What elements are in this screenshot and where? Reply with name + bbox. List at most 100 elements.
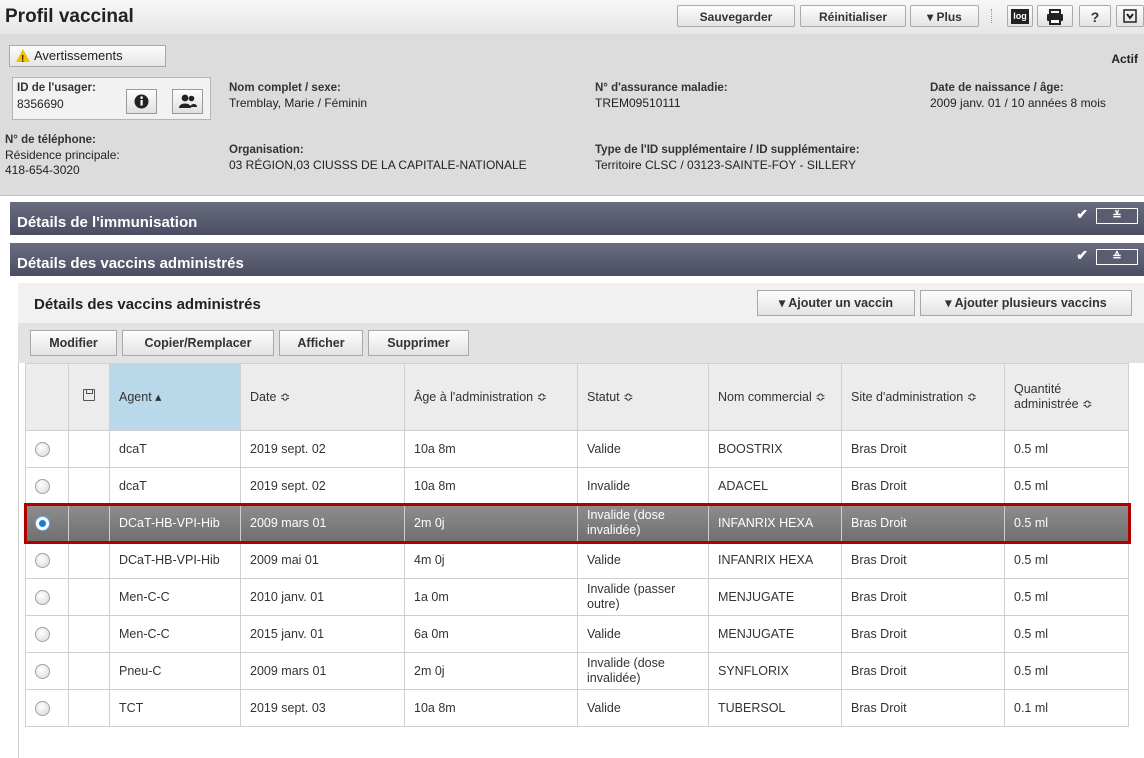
date-cell: 2019 sept. 02 — [240, 467, 405, 505]
status-cell: Valide — [577, 615, 709, 653]
age-cell: 2m 0j — [404, 504, 578, 542]
printer-icon — [1047, 9, 1063, 25]
table-row[interactable]: Men-C-C 2010 janv. 01 1a 0m Invalide (passe… — [25, 578, 1129, 616]
quantity-cell: 0.5 ml — [1004, 578, 1129, 616]
section-immunisation-header[interactable]: Détails de l'immunisation ✔ ≚ — [10, 202, 1144, 235]
status-cell: Valide — [577, 430, 709, 468]
date-cell: 2019 sept. 02 — [240, 430, 405, 468]
extra-id-value: Territoire CLSC / 03123-SAINTE-FOY - SIL… — [595, 158, 856, 172]
more-menu-button[interactable]: ▾ Plus — [910, 5, 979, 27]
copy-replace-button[interactable]: Copier/Remplacer — [122, 330, 274, 356]
status-cell: Valide — [577, 689, 709, 727]
row-radio-button[interactable] — [35, 700, 50, 716]
quantity-cell: 0.5 ml — [1004, 652, 1129, 690]
section-vaccins-title: Détails des vaccins administrés — [17, 255, 244, 272]
site-cell: Bras Droit — [841, 652, 1005, 690]
agent-cell: DCaT-HB-VPI-Hib — [109, 504, 241, 542]
reset-button[interactable]: Réinitialiser — [800, 5, 906, 27]
table-header-row: Agent ▴ Date ≎ Âge à l'administration ≎ … — [25, 363, 1129, 431]
info-button[interactable] — [126, 89, 157, 114]
quantity-cell: 0.5 ml — [1004, 430, 1129, 468]
row-radio-button[interactable] — [35, 589, 50, 605]
expand-icon[interactable]: ≚ — [1096, 208, 1138, 224]
delete-button[interactable]: Supprimer — [368, 330, 469, 356]
row-select-cell[interactable] — [25, 578, 69, 616]
row-radio-button[interactable] — [35, 478, 50, 494]
age-cell: 6a 0m — [404, 615, 578, 653]
row-select-cell[interactable] — [25, 430, 69, 468]
agent-cell: Pneu-C — [109, 652, 241, 690]
row-select-cell[interactable] — [25, 504, 69, 542]
log-button[interactable]: log — [1007, 5, 1033, 27]
row-save-cell — [68, 430, 110, 468]
user-id-value: 8356690 — [17, 97, 64, 111]
row-select-cell[interactable] — [25, 689, 69, 727]
row-radio-button[interactable] — [35, 515, 50, 531]
section-immunisation-title: Détails de l'immunisation — [17, 214, 198, 231]
section-vaccins-header[interactable]: Détails des vaccins administrés ✔ ≙ — [10, 243, 1144, 276]
row-save-cell — [68, 467, 110, 505]
save-button[interactable]: Sauvegarder — [677, 5, 795, 27]
table-row[interactable]: DCaT-HB-VPI-Hib 2009 mars 01 2m 0j Invalide… — [23, 502, 1131, 544]
brand-cell: INFANRIX HEXA — [708, 504, 842, 542]
quantity-column-header[interactable]: Quantité administrée ≎ — [1004, 363, 1129, 431]
quantity-cell: 0.1 ml — [1004, 689, 1129, 727]
brand-cell: SYNFLORIX — [708, 652, 842, 690]
full-name-label: Nom complet / sexe: — [229, 82, 341, 94]
add-multiple-vaccines-button[interactable]: ▾ Ajouter plusieurs vaccins — [920, 290, 1132, 316]
quantity-cell: 0.5 ml — [1004, 504, 1129, 542]
info-icon — [134, 94, 149, 109]
add-vaccine-button[interactable]: ▾ Ajouter un vaccin — [757, 290, 915, 316]
warnings-row — [0, 34, 1144, 68]
row-select-cell[interactable] — [25, 467, 69, 505]
vaccines-table: Agent ▴ Date ≎ Âge à l'administration ≎ … — [23, 363, 1131, 727]
contacts-button[interactable] — [172, 89, 203, 114]
row-radio-button[interactable] — [35, 626, 50, 642]
date-column-header[interactable]: Date ≎ — [240, 363, 405, 431]
table-row[interactable]: Men-C-C 2015 janv. 01 6a 0m Valide MENJUGATE… — [25, 615, 1129, 653]
quantity-cell: 0.5 ml — [1004, 615, 1129, 653]
table-row[interactable]: DCaT-HB-VPI-Hib 2009 mai 01 4m 0j Valide INF… — [25, 541, 1129, 579]
site-cell: Bras Droit — [841, 430, 1005, 468]
row-save-cell — [68, 652, 110, 690]
status-cell: Invalide (dose invalidée) — [577, 504, 709, 542]
agent-column-header[interactable]: Agent ▴ — [109, 363, 241, 431]
row-select-cell[interactable] — [25, 652, 69, 690]
row-radio-button[interactable] — [35, 663, 50, 679]
brand-cell: MENJUGATE — [708, 578, 842, 616]
vaccines-panel-title: Détails des vaccins administrés — [34, 296, 261, 313]
edit-button[interactable]: Modifier — [30, 330, 117, 356]
status-label: Actif — [1111, 52, 1138, 66]
agent-cell: TCT — [109, 689, 241, 727]
status-column-header[interactable]: Statut ≎ — [577, 363, 709, 431]
table-row[interactable]: TCT 2019 sept. 03 10a 8m Valide TUBERSOL Bras… — [25, 689, 1129, 727]
age-column-header[interactable]: Âge à l'administration ≎ — [404, 363, 578, 431]
table-row[interactable]: Pneu-C 2009 mars 01 2m 0j Invalide (dose in… — [25, 652, 1129, 690]
collapse-section-icon[interactable]: ≙ — [1096, 249, 1138, 265]
collapse-icon — [1123, 9, 1137, 23]
warnings-button[interactable]: Avertissements — [9, 45, 166, 70]
table-row[interactable]: dcaT 2019 sept. 02 10a 8m Invalide ADACEL Bra… — [25, 467, 1129, 505]
age-cell: 1a 0m — [404, 578, 578, 616]
brand-column-header[interactable]: Nom commercial ≎ — [708, 363, 842, 431]
view-button[interactable]: Afficher — [279, 330, 363, 356]
table-row[interactable]: dcaT 2019 sept. 02 10a 8m Valide BOOSTRIX Bra… — [25, 430, 1129, 468]
print-button[interactable] — [1037, 5, 1073, 27]
collapse-all-button[interactable] — [1116, 5, 1144, 27]
organization-value: 03 RÉGION,03 CIUSSS DE LA CAPITALE-NATIO… — [229, 158, 527, 172]
site-cell: Bras Droit — [841, 615, 1005, 653]
date-cell: 2009 mars 01 — [240, 504, 405, 542]
help-button[interactable]: ? — [1079, 5, 1111, 27]
phone-label: N° de téléphone: — [5, 134, 96, 146]
site-column-header[interactable]: Site d'administration ≎ — [841, 363, 1005, 431]
row-save-cell — [68, 541, 110, 579]
date-cell: 2009 mars 01 — [240, 652, 405, 690]
row-select-cell[interactable] — [25, 541, 69, 579]
site-cell: Bras Droit — [841, 504, 1005, 542]
row-radio-button[interactable] — [35, 441, 50, 457]
row-radio-button[interactable] — [35, 552, 50, 568]
row-save-cell — [68, 504, 110, 542]
birth-date-value: 2009 janv. 01 / 10 années 8 mois — [930, 96, 1106, 110]
birth-date-label: Date de naissance / âge: — [930, 82, 1064, 94]
row-select-cell[interactable] — [25, 615, 69, 653]
